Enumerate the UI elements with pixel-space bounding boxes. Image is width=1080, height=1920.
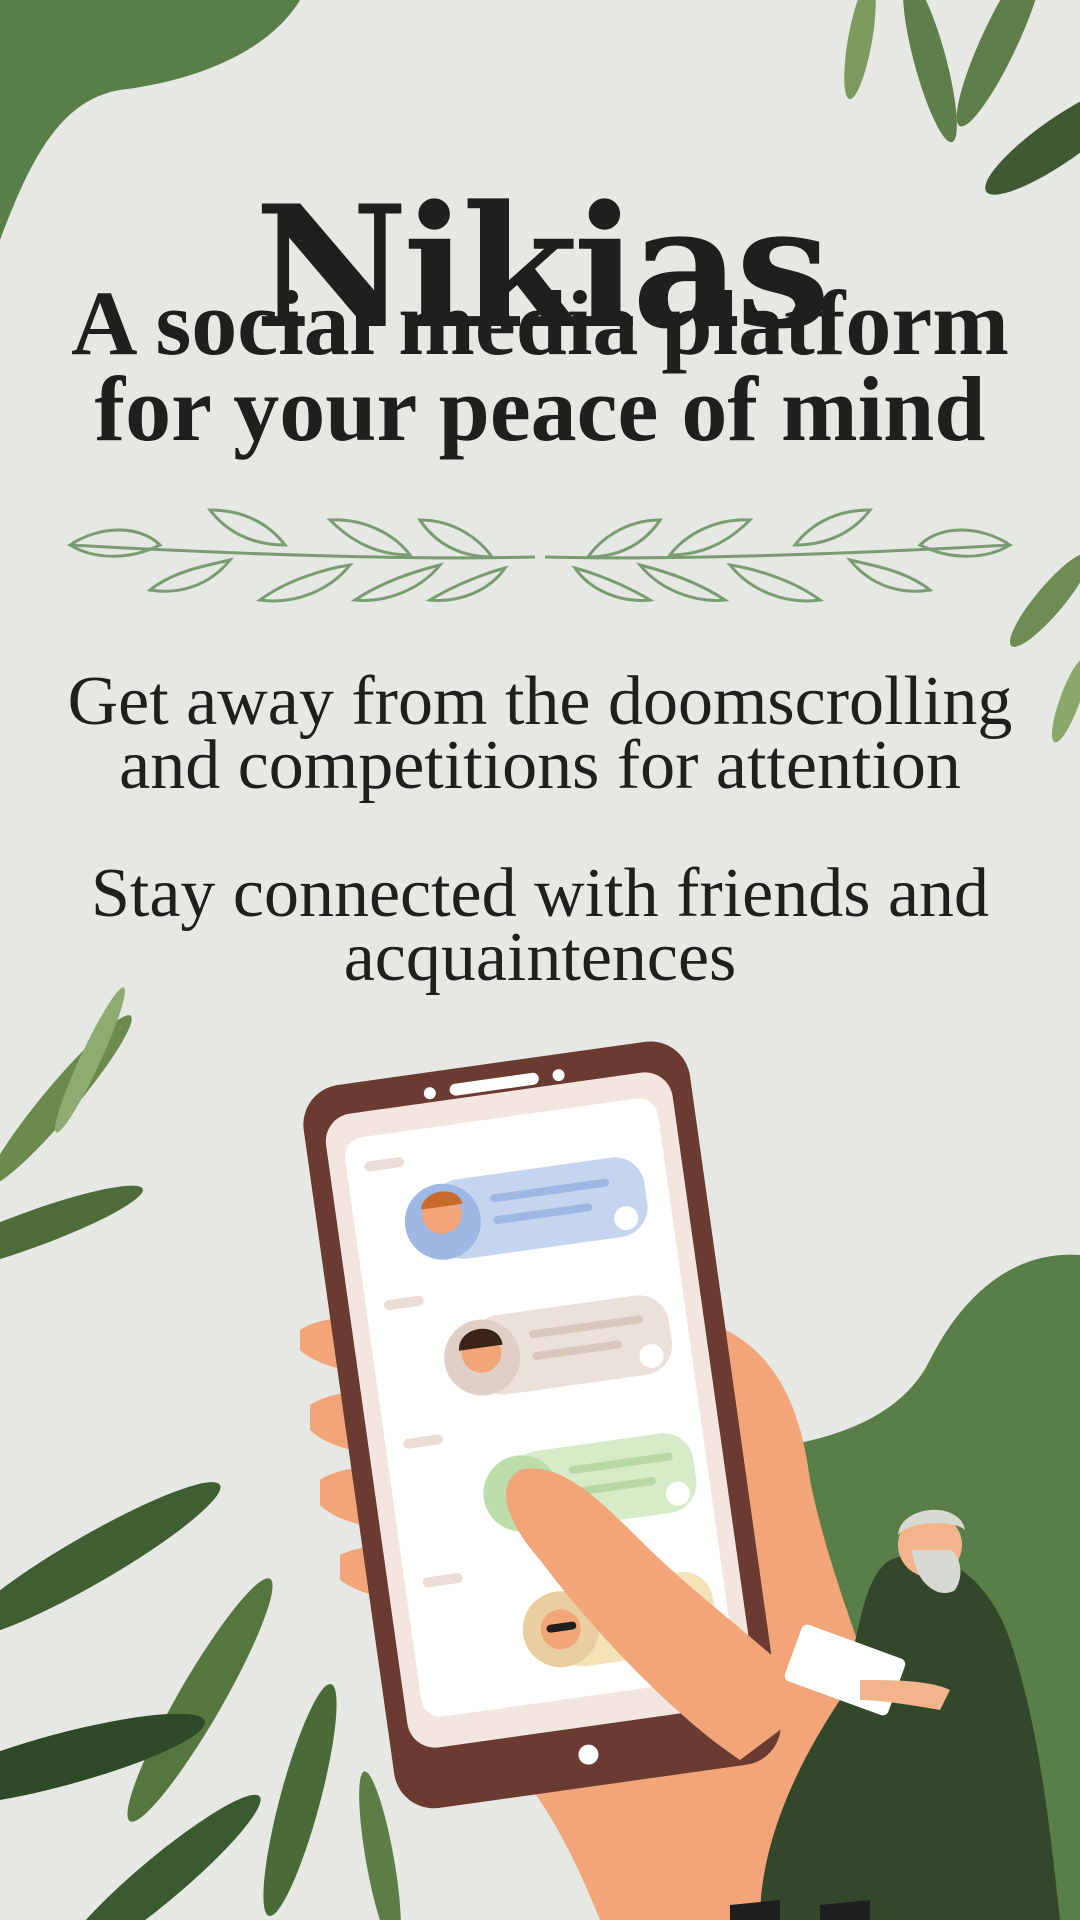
olive-leaves-left-icon	[0, 987, 143, 1275]
description-2-line-1: Stay connected with friends and	[90, 855, 990, 932]
description-stay-connected: Stay connected with friends and acquaint…	[20, 855, 1060, 996]
description-2-line-2: acquaintences	[343, 919, 737, 996]
description-1-line-2: and competitions for attention	[119, 727, 961, 804]
tagline-line-2: for your peace of mind	[94, 358, 986, 460]
description-doomscrolling: Get away from the doomscrolling and comp…	[20, 663, 1060, 804]
poster: Nikias A social media platform for your …	[0, 0, 1080, 1920]
laurel-divider-icon	[67, 508, 1013, 603]
description-1-line-1: Get away from the doomscrolling	[67, 663, 1013, 740]
tagline: A social media platform for your peace o…	[20, 272, 1060, 460]
olive-leaves-bottom-left-icon	[0, 1482, 401, 1920]
tagline-line-1: A social media platform	[71, 272, 1009, 374]
